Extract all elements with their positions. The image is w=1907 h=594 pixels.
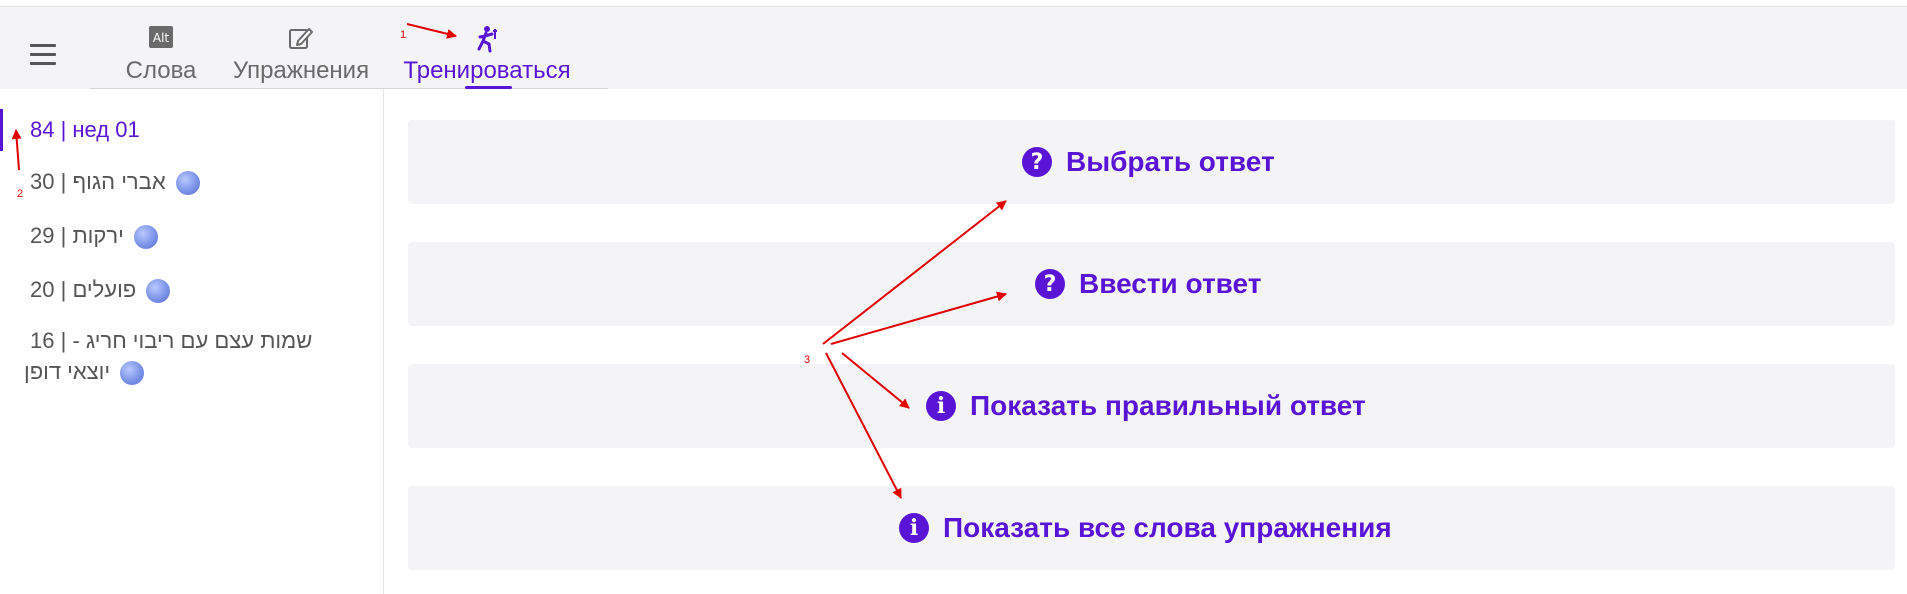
sidebar-item-week01[interactable]: 84 | нед 01 <box>30 117 140 143</box>
tab-exercises-label: Упражнения <box>232 57 370 84</box>
annotation-2: 2 <box>17 188 24 200</box>
globe-icon <box>133 225 158 250</box>
tab-words-label: Слова <box>125 57 197 84</box>
sidebar-item-irregular-nouns[interactable]: 16 | שמות עצם עם ריבוי חריג - יוצאי דופן <box>24 325 354 387</box>
app-header: Alt Слова Упражнения Тренироваться <box>0 7 1907 89</box>
globe-icon <box>120 361 145 386</box>
sidebar-item-label: ירקות <box>72 223 124 248</box>
sidebar-item-count: 16 <box>30 328 55 353</box>
sidebar-item-label: 84 | нед 01 <box>30 117 140 142</box>
question-circle-icon: ? <box>1035 269 1065 299</box>
show-correct-answer-label: Показать правильный ответ <box>970 390 1366 421</box>
show-correct-answer-button[interactable]: i Показать правильный ответ <box>408 364 1895 448</box>
show-all-words-button[interactable]: i Показать все слова упражнения <box>408 486 1895 570</box>
annotation-3: 3 <box>804 354 811 366</box>
tab-train[interactable]: Тренироваться <box>403 21 571 93</box>
sidebar-item-label: אברי הגוף <box>72 169 166 194</box>
info-circle-icon: i <box>899 513 929 543</box>
active-tab-indicator <box>465 86 512 89</box>
top-border <box>0 0 1907 7</box>
enter-answer-button[interactable]: ? Ввести ответ <box>408 242 1895 326</box>
sidebar-item-body-parts[interactable]: 30 | אברי הגוף <box>30 169 200 196</box>
choose-answer-label: Выбрать ответ <box>1066 146 1275 177</box>
tab-words[interactable]: Alt Слова <box>120 21 202 93</box>
sidebar-item-count: 30 <box>30 169 55 194</box>
sidebar-item-label-cont: יוצאי דופן <box>24 359 111 384</box>
tab-train-label: Тренироваться <box>403 57 571 84</box>
active-item-indicator <box>0 109 3 151</box>
alt-icon: Alt <box>148 25 174 54</box>
choose-answer-button[interactable]: ? Выбрать ответ <box>408 120 1895 204</box>
sidebar-item-label: פועלים <box>72 277 137 302</box>
sidebar: 84 | нед 01 30 | אברי הגוף 29 | ירקות 20… <box>0 89 384 594</box>
info-circle-icon: i <box>926 391 956 421</box>
edit-icon <box>288 25 314 56</box>
sidebar-item-count: 20 <box>30 277 55 302</box>
show-all-words-label: Показать все слова упражнения <box>943 512 1392 543</box>
globe-icon <box>146 279 171 304</box>
enter-answer-label: Ввести ответ <box>1079 268 1262 299</box>
annotation-1: 1 <box>400 29 407 41</box>
tab-exercises[interactable]: Упражнения <box>230 21 372 93</box>
hamburger-icon[interactable] <box>30 44 58 66</box>
question-circle-icon: ? <box>1022 147 1052 177</box>
exercise-icon <box>473 25 501 58</box>
globe-icon <box>175 171 200 196</box>
sidebar-item-verbs[interactable]: 20 | פועלים <box>30 277 171 304</box>
sidebar-item-vegetables[interactable]: 29 | ירקות <box>30 223 158 250</box>
sidebar-item-label: שמות עצם עם ריבוי חריג - <box>72 328 313 353</box>
svg-text:Alt: Alt <box>153 31 170 45</box>
sidebar-item-count: 29 <box>30 223 55 248</box>
